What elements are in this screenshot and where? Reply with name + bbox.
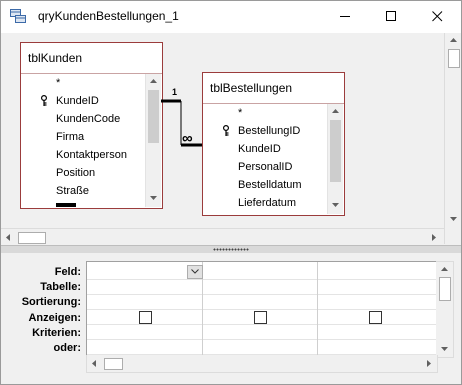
grid-row-divider (87, 339, 437, 340)
table-name: tblBestellungen (210, 81, 293, 95)
scroll-left-button[interactable] (87, 356, 102, 371)
close-button[interactable] (415, 1, 461, 33)
field-list: * KundeID KundenCode Firma Kontaktperson… (21, 74, 145, 207)
row-label-oder: oder: (53, 342, 82, 354)
grid-row-divider (87, 309, 437, 310)
chevron-right-icon (427, 360, 431, 367)
query-design-window: qryKundenBestellungen_1 tblKunden * Kund… (0, 0, 462, 385)
chevron-up-icon (332, 109, 339, 113)
field-item[interactable]: Position (56, 167, 95, 179)
row-label-sortierung: Sortierung: (21, 296, 81, 308)
field-item[interactable]: KundenCode (56, 113, 120, 125)
chevron-down-icon (191, 269, 199, 274)
query-design-grid[interactable] (86, 261, 438, 365)
scroll-thumb[interactable] (330, 120, 341, 182)
table-header[interactable]: tblBestellungen (203, 73, 344, 104)
field-item[interactable]: Bestelldatum (238, 179, 302, 191)
scroll-thumb[interactable] (104, 358, 123, 370)
row-label-kriterien: Kriterien: (32, 327, 81, 339)
scroll-right-button[interactable] (421, 356, 436, 371)
query-icon (10, 9, 26, 23)
title-bar[interactable]: qryKundenBestellungen_1 (1, 1, 461, 33)
grid-vertical-scrollbar[interactable] (436, 261, 454, 358)
scroll-up-button[interactable] (328, 104, 343, 119)
field-item[interactable]: * (238, 107, 242, 119)
field-item[interactable]: BestellungID (238, 125, 300, 137)
field-list-scrollbar[interactable] (327, 104, 343, 214)
scroll-down-button[interactable] (146, 191, 161, 206)
show-checkbox[interactable] (139, 311, 152, 324)
minimize-button[interactable] (323, 1, 369, 33)
chevron-left-icon (6, 234, 10, 241)
scroll-up-button[interactable] (437, 262, 452, 277)
one-side-label: 1 (172, 87, 178, 97)
scroll-thumb[interactable] (18, 232, 46, 244)
scroll-down-button[interactable] (437, 342, 452, 357)
scroll-left-button[interactable] (1, 230, 16, 245)
field-item[interactable]: Straße (56, 185, 89, 197)
scroll-up-button[interactable] (146, 74, 161, 89)
grip-dots-icon (213, 248, 249, 251)
field-item[interactable]: Kontaktperson (56, 149, 127, 161)
row-label-anzeigen: Anzeigen: (28, 312, 81, 324)
field-item[interactable]: Lieferdatum (238, 197, 296, 209)
close-icon (432, 11, 443, 22)
table-box-tblbestellungen[interactable]: tblBestellungen * BestellungID KundeID P… (202, 72, 345, 216)
grid-row-divider (87, 324, 437, 325)
scroll-thumb[interactable] (439, 277, 451, 301)
diagram-vertical-scrollbar[interactable] (444, 33, 461, 244)
row-label-tabelle: Tabelle: (40, 281, 81, 293)
show-checkbox[interactable] (254, 311, 267, 324)
field-list: * BestellungID KundeID PersonalID Bestel… (203, 104, 327, 214)
table-diagram-pane[interactable]: tblKunden * KundeID KundenCode Firma Kon… (1, 33, 461, 245)
field-dropdown-button[interactable] (187, 265, 203, 279)
scroll-right-button[interactable] (426, 230, 441, 245)
field-item[interactable]: KundeID (56, 95, 99, 107)
field-cell[interactable] (203, 262, 317, 279)
table-header[interactable]: tblKunden (21, 43, 162, 74)
minimize-icon (340, 16, 350, 17)
grid-horizontal-scrollbar[interactable] (86, 355, 438, 373)
scroll-up-button[interactable] (446, 33, 461, 48)
key-icon (41, 95, 47, 106)
window-title: qryKundenBestellungen_1 (38, 9, 179, 23)
table-box-tblkunden[interactable]: tblKunden * KundeID KundenCode Firma Kon… (20, 42, 163, 209)
chevron-down-icon (332, 203, 339, 207)
chevron-up-icon (441, 267, 448, 271)
show-checkbox[interactable] (369, 311, 382, 324)
field-item[interactable]: PersonalID (238, 161, 292, 173)
field-cell[interactable] (318, 262, 437, 279)
scroll-down-button[interactable] (328, 198, 343, 213)
chevron-right-icon (432, 234, 436, 241)
maximize-icon (386, 11, 396, 21)
key-icon (223, 125, 229, 136)
chevron-down-icon (150, 196, 157, 200)
scroll-down-button[interactable] (446, 212, 461, 227)
chevron-up-icon (150, 79, 157, 83)
design-grid-pane: Feld: Tabelle: Sortierung: Anzeigen: Kri… (1, 253, 461, 384)
chevron-down-icon (450, 217, 457, 221)
chevron-left-icon (92, 360, 96, 367)
maximize-button[interactable] (369, 1, 415, 33)
diagram-horizontal-scrollbar[interactable] (1, 228, 444, 246)
scroll-thumb[interactable] (148, 90, 159, 143)
field-cell[interactable] (87, 262, 202, 279)
chevron-up-icon (450, 38, 457, 42)
scroll-thumb[interactable] (448, 49, 460, 68)
row-label-feld: Feld: (54, 266, 81, 278)
grid-row-divider (87, 279, 437, 280)
field-item[interactable]: KundeID (238, 143, 281, 155)
grid-row-divider (87, 294, 437, 295)
table-name: tblKunden (28, 51, 83, 65)
chevron-down-icon (441, 347, 448, 351)
field-item[interactable]: * (56, 77, 60, 89)
field-item[interactable]: Firma (56, 131, 84, 143)
field-list-scrollbar[interactable] (145, 74, 161, 207)
clipped-field-item (56, 203, 76, 207)
many-side-label: ∞ (182, 130, 193, 147)
